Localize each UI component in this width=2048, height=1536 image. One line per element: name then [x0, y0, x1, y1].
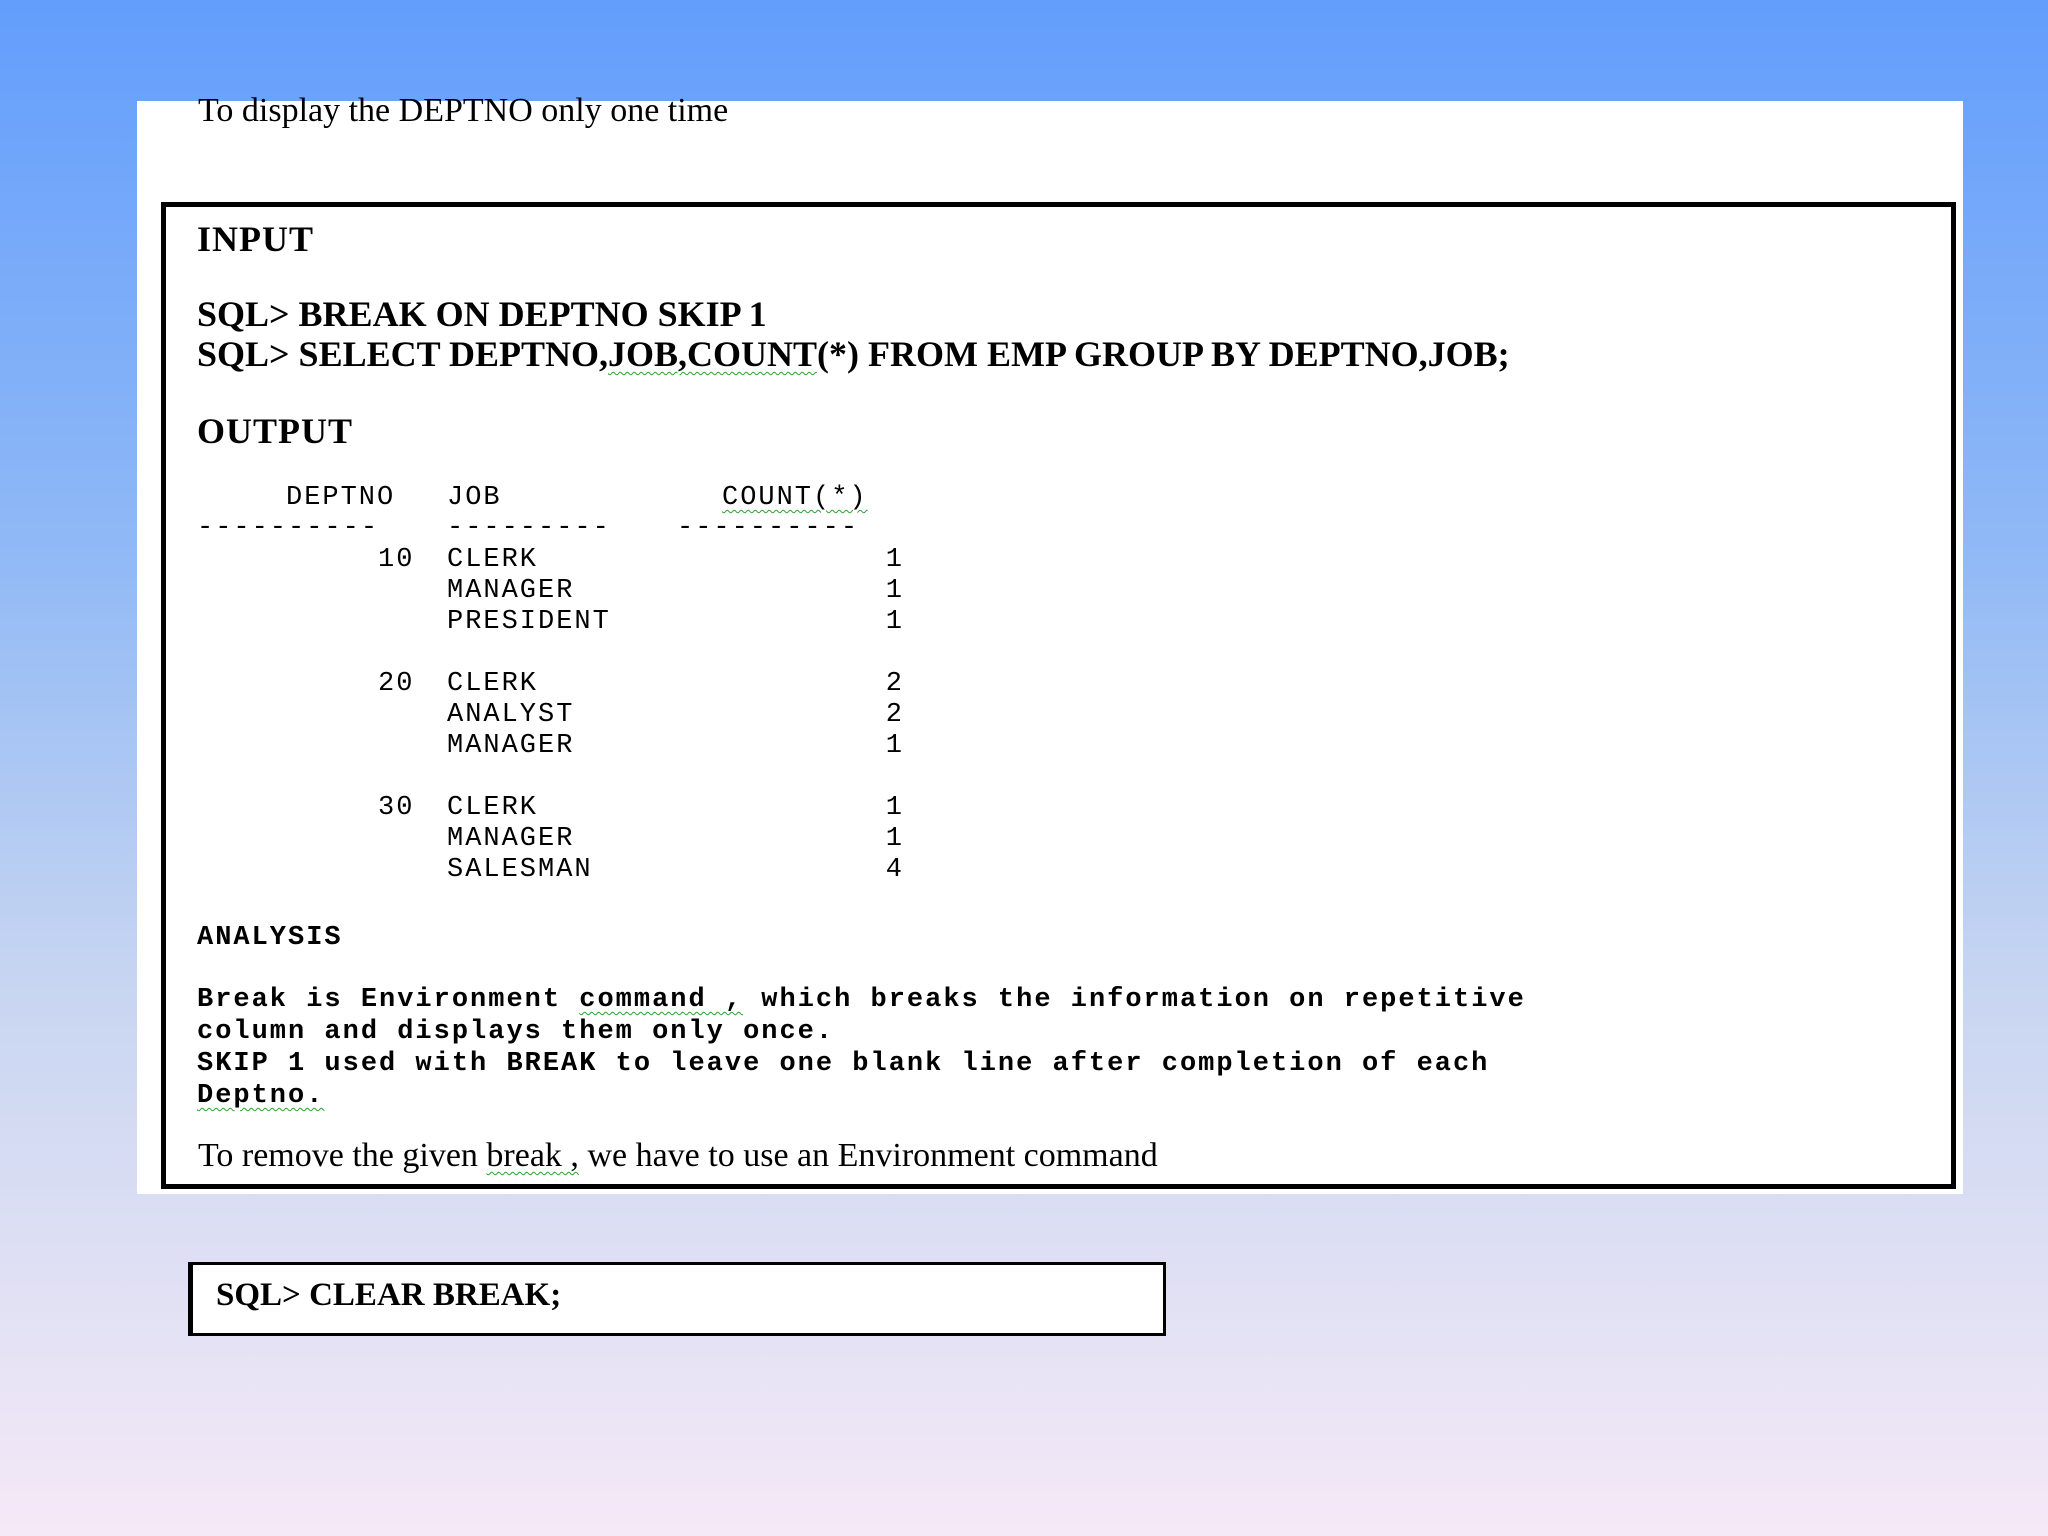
col-header-job: JOB — [447, 483, 502, 513]
row-count: 2 — [885, 669, 902, 699]
sql-select-squiggle: JOB,COUNT — [607, 334, 818, 374]
row-job: PRESIDENT — [447, 607, 611, 637]
analysis-line-1a: Break is Environment — [197, 985, 580, 1015]
row-count: 4 — [885, 855, 902, 885]
col-header-deptno: DEPTNO — [286, 483, 396, 513]
row-count: 1 — [885, 824, 902, 854]
row-count: 1 — [885, 545, 902, 575]
row-job: MANAGER — [447, 824, 575, 854]
clear-break-command: SQL> CLEAR BREAK; — [216, 1277, 562, 1313]
sql-select-line: SQL> SELECT DEPTNO,JOB,COUNT(*) FROM EMP… — [197, 333, 1510, 375]
row-job: MANAGER — [447, 731, 575, 761]
col-header-count: COUNT(*) — [722, 483, 868, 513]
analysis-line-1: Break is Environment command , which bre… — [197, 985, 1526, 1015]
row-job: CLERK — [447, 669, 539, 699]
row-job: SALESMAN — [447, 855, 593, 885]
analysis-heading: ANALYSIS — [197, 923, 343, 953]
input-heading: INPUT — [197, 219, 315, 259]
output-heading: OUTPUT — [197, 411, 354, 451]
row-job: CLERK — [447, 545, 539, 575]
row-count: 1 — [885, 793, 902, 823]
row-count: 2 — [885, 700, 902, 730]
sql-select-suffix: (*) FROM EMP GROUP BY DEPTNO,JOB; — [817, 334, 1510, 374]
intro-text: To display the DEPTNO only one time — [198, 92, 729, 129]
clear-break-box: SQL> CLEAR BREAK; — [188, 1262, 1166, 1336]
row-job: MANAGER — [447, 576, 575, 606]
separator-count: ---------- — [677, 513, 860, 543]
row-count: 1 — [885, 731, 902, 761]
sql-break-line: SQL> BREAK ON DEPTNO SKIP 1 — [197, 294, 767, 334]
analysis-line-2: column and displays them only once. — [197, 1017, 835, 1047]
analysis-line-1-squiggle: command , — [579, 985, 744, 1015]
remove-break-text: To remove the given break , we have to u… — [198, 1137, 1158, 1175]
remove-text-a: To remove the given — [198, 1137, 487, 1174]
row-job: CLERK — [447, 793, 539, 823]
row-job: ANALYST — [447, 700, 575, 730]
analysis-line-1b: which breaks the information on repetiti… — [743, 985, 1526, 1015]
remove-text-b: we have to use an Environment command — [578, 1137, 1158, 1174]
row-count: 1 — [885, 607, 902, 637]
analysis-line-4: Deptno. — [197, 1081, 324, 1111]
row-deptno: 30 — [378, 793, 415, 823]
separator-job: --------- — [447, 513, 611, 543]
separator-deptno: ---------- — [197, 513, 380, 543]
analysis-line-4-squiggle: Deptno. — [197, 1081, 325, 1111]
row-deptno: 10 — [378, 545, 415, 575]
row-deptno: 20 — [378, 669, 415, 699]
row-count: 1 — [885, 576, 902, 606]
remove-text-squiggle: break , — [486, 1137, 579, 1174]
sql-select-prefix: SQL> SELECT DEPTNO, — [197, 334, 608, 374]
analysis-line-3: SKIP 1 used with BREAK to leave one blan… — [197, 1049, 1490, 1079]
